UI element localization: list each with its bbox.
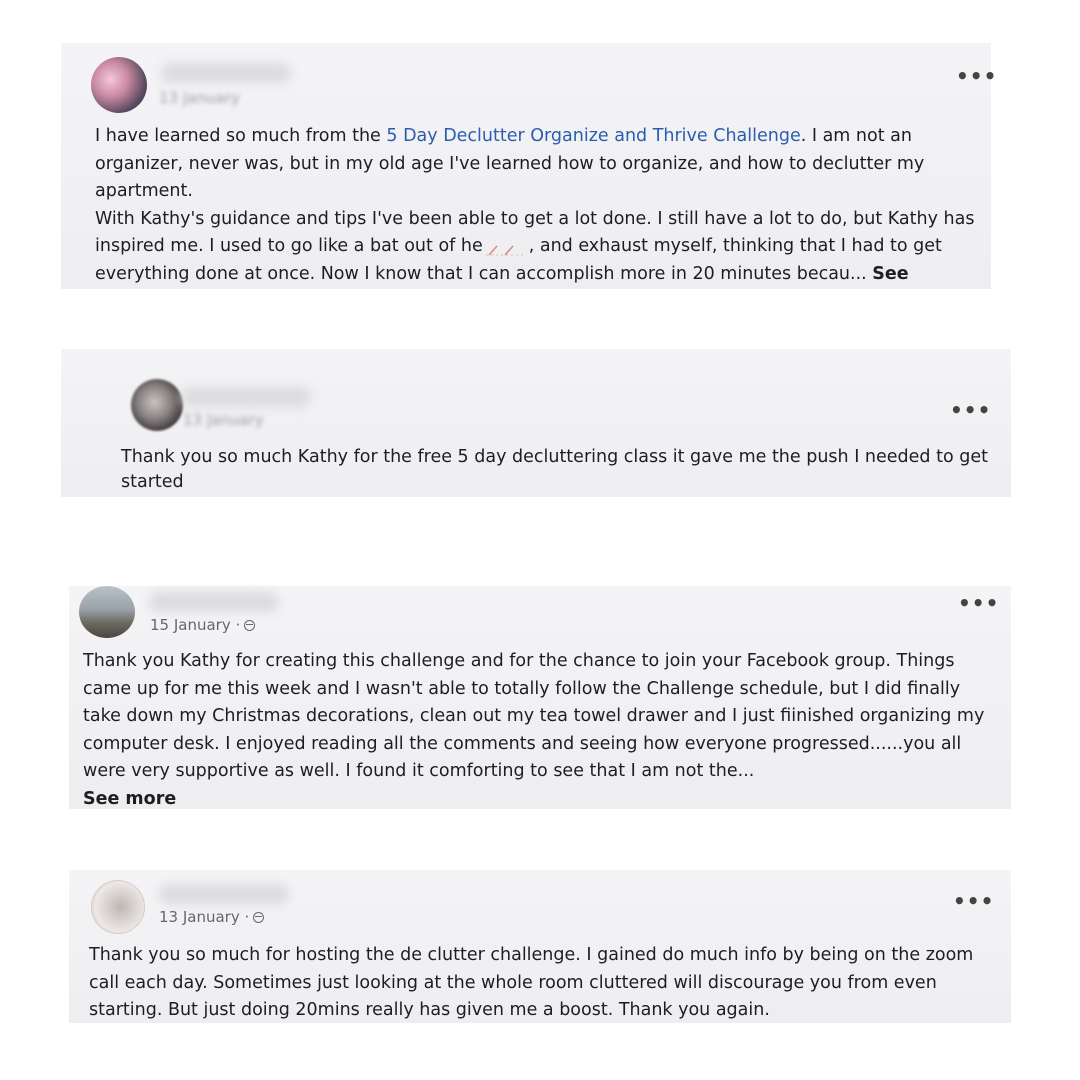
see-more-link[interactable]: See [872, 264, 908, 284]
globe-icon [253, 911, 265, 923]
scribble-mark [483, 239, 529, 256]
post-date[interactable]: 13 January [183, 411, 264, 429]
avatar[interactable] [91, 57, 147, 113]
avatar[interactable] [131, 379, 183, 431]
author-name-blurred[interactable] [149, 592, 279, 612]
post-paragraph-2: With Kathy's guidance and tips I've been… [95, 206, 975, 289]
more-options-icon[interactable]: ••• [950, 400, 991, 420]
post-paragraph-1: I have learned so much from the 5 Day De… [95, 123, 975, 206]
more-options-icon[interactable]: ••• [958, 593, 999, 613]
post-body: I have learned so much from the 5 Day De… [95, 123, 975, 288]
post-date-text: 13 January [183, 411, 264, 429]
author-name-blurred[interactable] [161, 63, 291, 83]
post-card-2: 13 January ••• Thank you so much Kathy f… [61, 349, 1011, 497]
post-body: Thank you so much Kathy for the free 5 d… [121, 445, 1001, 495]
post-card-4: 13 January · ••• Thank you so much for h… [69, 870, 1011, 1023]
post-date[interactable]: 15 January · [150, 616, 256, 634]
post-text: I have learned so much from the [95, 126, 387, 146]
author-name-blurred[interactable] [159, 884, 289, 904]
author-name-blurred[interactable] [181, 387, 311, 407]
post-body: Thank you so much for hosting the de clu… [89, 942, 999, 1025]
post-body: Thank you Kathy for creating this challe… [83, 648, 1003, 813]
post-text: Thank you Kathy for creating this challe… [83, 651, 985, 781]
post-text: Thank you so much for hosting the de clu… [89, 945, 974, 1020]
see-more-link[interactable]: See more [83, 786, 1003, 814]
post-date-text: 13 January [159, 89, 240, 107]
post-text: Thank you so much Kathy for the free 5 d… [121, 447, 988, 492]
more-options-icon[interactable]: ••• [953, 891, 994, 911]
post-date[interactable]: 13 January [159, 89, 240, 107]
post-date-text: 13 January · [159, 908, 250, 926]
avatar[interactable] [91, 880, 145, 934]
more-options-icon[interactable]: ••• [956, 66, 997, 86]
avatar[interactable] [79, 586, 135, 638]
post-date[interactable]: 13 January · [159, 908, 265, 926]
post-date-text: 15 January · [150, 616, 241, 634]
post-card-1: 13 January ••• I have learned so much fr… [61, 43, 996, 289]
challenge-link[interactable]: 5 Day Declutter Organize and Thrive Chal… [386, 126, 800, 146]
globe-icon [244, 619, 256, 631]
post-card-3: 15 January · ••• Thank you Kathy for cre… [69, 586, 1011, 809]
